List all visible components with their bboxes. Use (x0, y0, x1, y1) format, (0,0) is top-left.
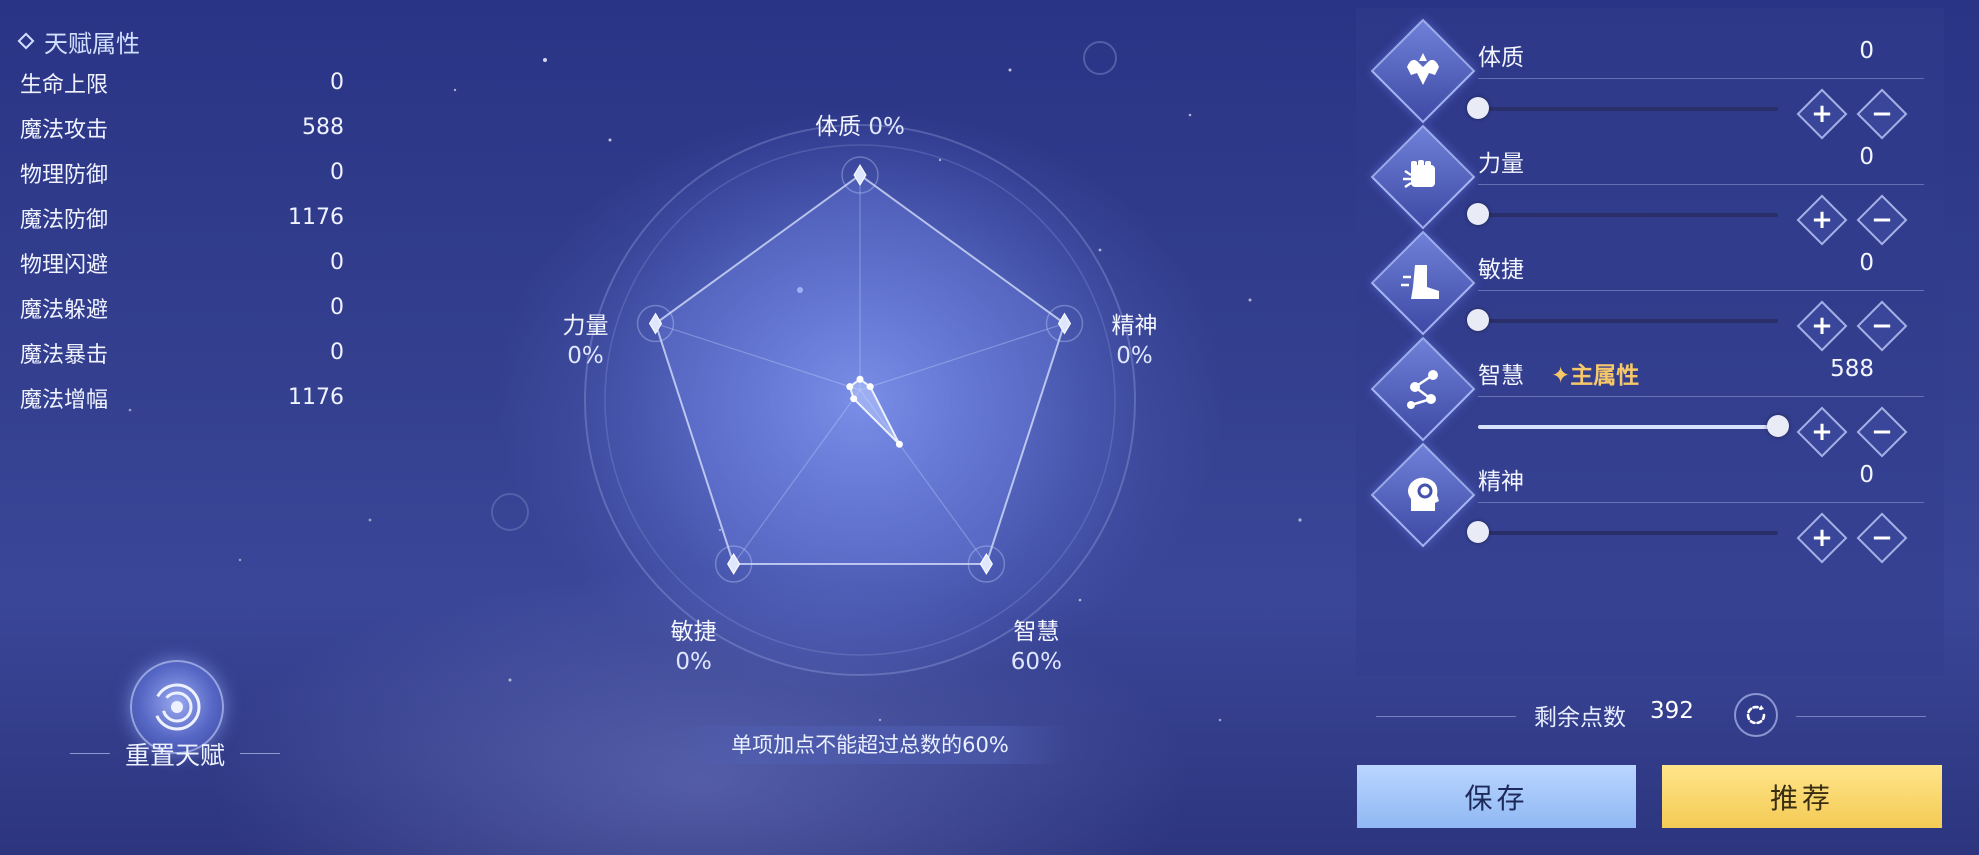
muscle-icon (1370, 18, 1476, 124)
stat-row: 魔法增幅 1176 (14, 375, 344, 420)
stat-label: 魔法攻击 (20, 117, 109, 143)
main-attribute-tag: ✦主属性 (1551, 363, 1640, 389)
stat-row: 魔法攻击 588 (14, 105, 344, 150)
attribute-value: 0 (1859, 250, 1874, 276)
remaining-points-bar: 剩余点数 392 (1356, 690, 1944, 740)
stat-row: 魔法躲避 0 (14, 285, 344, 330)
stat-value: 1176 (288, 205, 344, 230)
increase-button[interactable]: + (1796, 512, 1848, 564)
radar-axis-label: 精神 0% (1074, 311, 1194, 371)
stat-value: 0 (330, 160, 344, 185)
boot-icon (1370, 230, 1476, 336)
talent-stats-header: 天赋属性 (14, 22, 344, 60)
radar-axis-percent: 0% (1116, 342, 1153, 369)
attribute-row: 精神 0 − + (1356, 432, 1944, 564)
radar-value-point (850, 395, 858, 403)
radar-axis-name: 体质 (815, 114, 862, 140)
head-icon (1370, 442, 1476, 548)
divider (1478, 396, 1924, 397)
attribute-slider[interactable] (1467, 203, 1778, 225)
save-button[interactable]: 保存 (1357, 765, 1636, 828)
radar-axis-percent: 0% (868, 114, 905, 140)
attribute-allocation-panel: 体质 0− + 力量 0− + 敏捷 0− + 智慧 ✦主属性 588− + 精神 0− + (1356, 8, 1944, 676)
stat-value: 0 (330, 295, 344, 320)
attribute-slider[interactable] (1478, 415, 1789, 437)
stat-label: 物理闪避 (20, 252, 109, 278)
nodes-icon (1370, 336, 1476, 442)
radar-axis-label: 体质 0% (800, 112, 920, 142)
attribute-name: 力量 (1478, 151, 1524, 177)
radar-graphic (584, 124, 1136, 676)
attribute-value: 0 (1859, 38, 1874, 64)
radar-axis-percent: 0% (675, 648, 712, 675)
stat-value: 0 (330, 340, 344, 365)
divider (1376, 716, 1516, 717)
divider (1478, 502, 1924, 503)
radar-axis-label: 敏捷 0% (634, 617, 754, 677)
radar-axis-name: 力量 (562, 312, 609, 339)
radar-value-point (856, 375, 864, 383)
stat-row: 魔法暴击 0 (14, 330, 344, 375)
minus-icon: − (1871, 523, 1893, 553)
radar-value-point (895, 440, 903, 448)
stat-label: 魔法暴击 (20, 342, 109, 368)
stat-label: 物理防御 (20, 162, 109, 188)
radar-value-point (846, 383, 854, 391)
decrease-button[interactable]: − (1856, 512, 1908, 564)
recommend-button[interactable]: 推荐 (1662, 765, 1942, 828)
divider (1478, 184, 1924, 185)
attribute-slider[interactable] (1467, 521, 1778, 543)
attribute-name: 精神 (1478, 469, 1524, 495)
talent-stats-panel: 天赋属性 生命上限 0 魔法攻击 588 物理防御 0 魔法防御 1176 物理闪避 0 魔法躲避 0… (14, 22, 344, 420)
stat-label: 魔法防御 (20, 207, 109, 233)
remaining-points-value: 392 (1650, 698, 1694, 724)
plus-icon: + (1811, 523, 1833, 553)
diamond-bullet-icon (17, 32, 35, 50)
stat-value: 0 (330, 250, 344, 275)
radar-value-point (866, 383, 874, 391)
slider-fill (1478, 425, 1778, 429)
stat-row: 魔法防御 1176 (14, 195, 344, 240)
radar-axis-name: 精神 (1111, 312, 1158, 339)
radar-axis-percent: 60% (1010, 648, 1062, 675)
stat-row: 物理闪避 0 (14, 240, 344, 285)
fist-icon (1370, 124, 1476, 230)
reset-talent-button[interactable]: 重置天赋 (70, 660, 280, 770)
divider (1478, 290, 1924, 291)
allocation-limit-note: 单项加点不能超过总数的60% (670, 726, 1070, 764)
stat-value: 588 (302, 115, 344, 140)
stat-label: 魔法躲避 (20, 297, 109, 323)
divider (1796, 716, 1926, 717)
stat-label: 生命上限 (20, 72, 109, 98)
stat-value: 1176 (288, 385, 344, 410)
talent-stats-title: 天赋属性 (44, 29, 140, 58)
radar-axis-label: 力量 0% (526, 311, 646, 371)
attribute-name: 敏捷 (1478, 257, 1524, 283)
attribute-slider[interactable] (1467, 309, 1778, 331)
stat-row: 生命上限 0 (14, 60, 344, 105)
talent-radar-chart: 体质 0% 精神 0% 智慧 60% 敏捷 0% 力量 0% (480, 60, 1240, 700)
attribute-slider[interactable] (1467, 97, 1778, 119)
radar-axis-name: 智慧 (1013, 618, 1060, 645)
reset-talent-label: 重置天赋 (124, 741, 225, 770)
divider (1478, 78, 1924, 79)
attribute-value: 0 (1859, 144, 1874, 170)
attribute-value: 588 (1830, 356, 1874, 382)
radar-axis-name: 敏捷 (670, 618, 717, 645)
radar-axis-label: 智慧 60% (976, 617, 1096, 677)
slider-knob[interactable] (1467, 521, 1489, 543)
attribute-name: 智慧 (1478, 363, 1524, 389)
stat-label: 魔法增幅 (20, 387, 109, 413)
stat-value: 0 (330, 70, 344, 95)
remaining-points-label: 剩余点数 (1534, 705, 1626, 731)
radar-axis-percent: 0% (567, 342, 604, 369)
attribute-name: 体质 (1478, 45, 1524, 71)
refresh-icon[interactable] (1734, 693, 1778, 737)
stat-row: 物理防御 0 (14, 150, 344, 195)
attribute-value: 0 (1859, 462, 1874, 488)
